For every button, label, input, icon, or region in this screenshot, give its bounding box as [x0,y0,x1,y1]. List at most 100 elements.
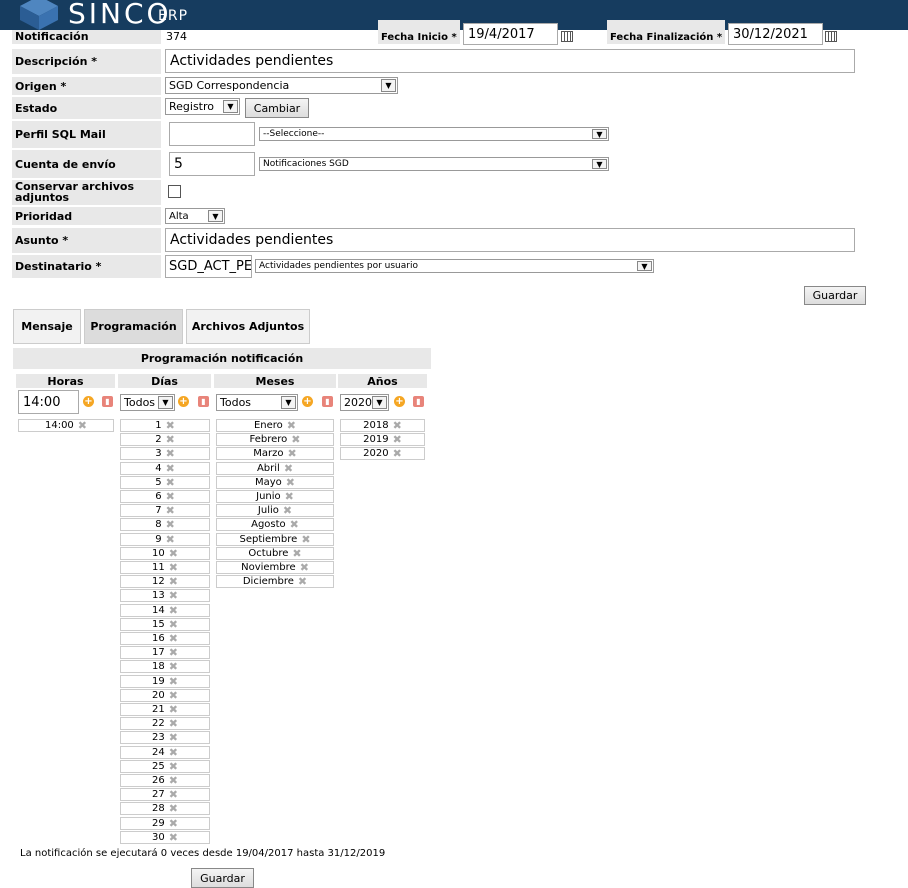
remove-icon[interactable]: ✖ [169,605,178,616]
add-dia-icon[interactable]: + [178,396,189,407]
meses-select[interactable]: Todos ▼ [216,394,298,411]
tab-programacion[interactable]: Programación [84,309,183,344]
chevron-down-icon: ▼ [208,210,223,222]
remove-icon[interactable]: ✖ [169,732,178,743]
remove-icon[interactable]: ✖ [169,832,178,843]
mes-item: Marzo ✖ [216,447,334,460]
remove-icon[interactable]: ✖ [290,519,299,530]
fecha-fin-input[interactable]: 30/12/2021 [728,23,823,45]
chevron-down-icon: ▼ [372,396,387,409]
dia-item: 18 ✖ [120,660,210,673]
estado-select[interactable]: Registro ▼ [165,98,240,115]
prioridad-select[interactable]: Alta ▼ [165,208,225,224]
mes-item: Agosto ✖ [216,518,334,531]
remove-icon[interactable]: ✖ [166,463,175,474]
remove-icon[interactable]: ✖ [169,818,178,829]
cuenta-envio-input[interactable]: 5 [169,152,255,176]
delete-dia-icon[interactable]: ▮ [198,396,209,407]
dia-item: 20 ✖ [120,689,210,702]
chevron-down-icon: ▼ [637,261,652,271]
remove-icon[interactable]: ✖ [166,519,175,530]
prioridad-select-value: Alta [169,210,189,222]
remove-icon[interactable]: ✖ [284,463,293,474]
anios-select[interactable]: 2020 ▼ [340,394,389,411]
add-mes-icon[interactable]: + [302,396,313,407]
anio-item-label: 2020 [363,448,389,459]
perfil-sql-mail-label: Perfil SQL Mail [12,121,161,148]
remove-icon[interactable]: ✖ [169,775,178,786]
mes-item-label: Febrero [249,434,288,445]
remove-icon[interactable]: ✖ [169,590,178,601]
remove-icon[interactable]: ✖ [298,576,307,587]
fecha-fin-label: Fecha Finalización * [607,20,725,44]
remove-icon[interactable]: ✖ [169,661,178,672]
remove-icon[interactable]: ✖ [166,491,175,502]
remove-icon[interactable]: ✖ [78,420,87,431]
remove-icon[interactable]: ✖ [169,718,178,729]
add-anio-icon[interactable]: + [394,396,405,407]
chevron-down-icon: ▼ [592,159,607,169]
delete-anio-icon[interactable]: ▮ [413,396,424,407]
guardar-programacion-button[interactable]: Guardar [191,868,254,888]
remove-icon[interactable]: ✖ [169,761,178,772]
conservar-adjuntos-checkbox[interactable] [168,185,181,198]
remove-icon[interactable]: ✖ [300,562,309,573]
destinatario-input[interactable]: SGD_ACT_PE [165,255,252,278]
cambiar-button[interactable]: Cambiar [245,98,309,118]
remove-icon[interactable]: ✖ [169,690,178,701]
remove-icon[interactable]: ✖ [169,619,178,630]
origen-select[interactable]: SGD Correspondencia ▼ [165,77,398,94]
dias-select[interactable]: Todos ▼ [120,394,175,411]
fecha-inicio-input[interactable]: 19/4/2017 [463,23,558,45]
remove-icon[interactable]: ✖ [393,434,402,445]
calendar-icon[interactable] [825,31,837,42]
tab-mensaje[interactable]: Mensaje [13,309,81,344]
guardar-form-button[interactable]: Guardar [804,286,866,305]
remove-icon[interactable]: ✖ [393,448,402,459]
remove-icon[interactable]: ✖ [287,420,296,431]
remove-icon[interactable]: ✖ [169,647,178,658]
remove-icon[interactable]: ✖ [166,420,175,431]
remove-icon[interactable]: ✖ [166,505,175,516]
remove-icon[interactable]: ✖ [166,477,175,488]
remove-icon[interactable]: ✖ [169,704,178,715]
remove-icon[interactable]: ✖ [166,434,175,445]
delete-mes-icon[interactable]: ▮ [322,396,333,407]
dia-item-label: 20 [152,690,165,701]
tab-archivos-adjuntos[interactable]: Archivos Adjuntos [186,309,310,344]
remove-icon[interactable]: ✖ [169,803,178,814]
remove-icon[interactable]: ✖ [286,477,295,488]
asunto-input[interactable]: Actividades pendientes [165,228,855,252]
hora-input[interactable]: 14:00 [18,390,79,414]
remove-icon[interactable]: ✖ [169,747,178,758]
remove-icon[interactable]: ✖ [301,534,310,545]
remove-icon[interactable]: ✖ [285,491,294,502]
dia-item-label: 15 [152,619,165,630]
remove-icon[interactable]: ✖ [283,505,292,516]
mes-item-label: Noviembre [241,562,296,573]
anio-item-label: 2018 [363,420,389,431]
remove-icon[interactable]: ✖ [169,676,178,687]
remove-icon[interactable]: ✖ [169,548,178,559]
cuenta-envio-select[interactable]: Notificaciones SGD ▼ [259,157,609,171]
remove-icon[interactable]: ✖ [169,633,178,644]
delete-hora-icon[interactable]: ▮ [102,396,113,407]
calendar-icon[interactable] [561,31,573,42]
add-hora-icon[interactable]: + [83,396,94,407]
dia-item-label: 17 [152,647,165,658]
destinatario-select[interactable]: Actividades pendientes por usuario ▼ [255,259,654,273]
perfil-sql-mail-input[interactable] [169,122,255,146]
remove-icon[interactable]: ✖ [169,576,178,587]
descripcion-input[interactable]: Actividades pendientes [165,49,855,73]
remove-icon[interactable]: ✖ [288,448,297,459]
remove-icon[interactable]: ✖ [169,562,178,573]
mes-item-label: Agosto [251,519,286,530]
remove-icon[interactable]: ✖ [393,420,402,431]
remove-icon[interactable]: ✖ [169,789,178,800]
perfil-sql-mail-select[interactable]: --Seleccione-- ▼ [259,127,609,141]
remove-icon[interactable]: ✖ [292,548,301,559]
remove-icon[interactable]: ✖ [291,434,300,445]
remove-icon[interactable]: ✖ [166,534,175,545]
remove-icon[interactable]: ✖ [166,448,175,459]
estado-select-value: Registro [169,100,215,113]
